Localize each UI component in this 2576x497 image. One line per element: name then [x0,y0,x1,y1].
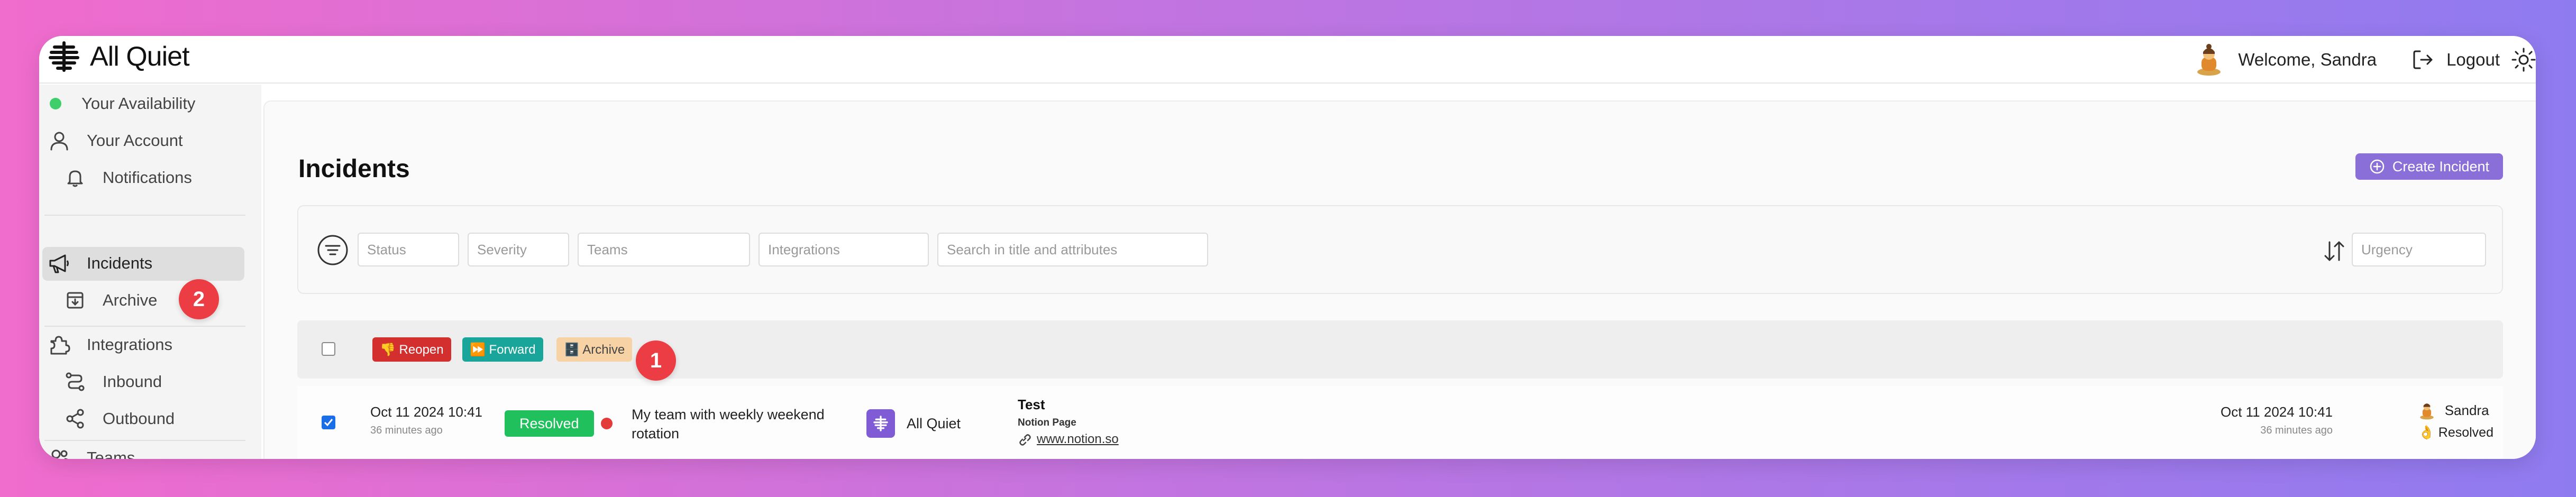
created-ago: 36 minutes ago [370,425,443,436]
integration-cell: All Quiet [866,409,961,438]
user-icon [48,129,71,152]
assignee[interactable]: Sandra [2417,401,2493,420]
app-name: All Quiet [90,41,190,72]
sidebar-item-notifications[interactable]: Notifications [63,166,192,189]
plus-circle-icon [2370,159,2385,174]
route-icon [63,370,87,393]
created-cell: Oct 11 2024 10:41 36 minutes ago [370,404,482,437]
sidebar-item-teams[interactable]: Teams [48,446,135,459]
forward-button[interactable]: ⏩ Forward [462,337,543,362]
logo-icon [49,41,79,72]
logout-label: Logout [2446,50,2500,69]
sidebar-item-integrations[interactable]: Integrations [48,333,172,356]
table-row[interactable]: Oct 11 2024 10:41 36 minutes ago Resolve… [297,386,2503,459]
sidebar-divider [44,326,245,327]
sidebar-divider [44,440,245,441]
sidebar-item-label: Integrations [87,335,172,354]
integrations-filter[interactable]: Integrations [759,233,929,266]
bulk-action-bar: 👎 Reopen ⏩ Forward 🗄️ Archive 1 [297,320,2503,381]
sidebar-item-archive[interactable]: Archive [63,289,157,312]
updated-ago: 36 minutes ago [2260,425,2333,436]
sidebar-item-account[interactable]: Your Account [48,129,183,152]
sidebar: Your Availability Your Account Notificat… [39,85,261,459]
sort-icon[interactable] [2322,239,2346,263]
sidebar-item-incidents[interactable]: Incidents [48,252,152,275]
archive-button[interactable]: 🗄️ Archive [556,337,633,362]
filter-panel: Status Severity Teams Integrations Searc… [297,205,2503,294]
attribute-title: Test [1018,397,1045,412]
created-date: Oct 11 2024 10:41 [370,404,483,420]
puzzle-icon [48,333,71,356]
status-filter[interactable]: Status [358,233,459,266]
share-icon [63,407,87,430]
row-checkbox[interactable] [322,416,335,429]
incident-title[interactable]: My team with weekly weekend rotation [632,405,843,443]
sidebar-item-label: Inbound [103,372,162,391]
availability-status-dot [50,98,61,109]
sidebar-item-label: Teams [87,448,135,459]
logout-icon [2413,50,2433,69]
attribute-key: Notion Page [1018,417,1076,428]
main-content: Incidents Create Incident Status Severit… [263,100,2536,459]
attribute-link-text: www.notion.so [1037,432,1119,446]
assignee-status: 👌 Resolved [2418,425,2493,440]
sidebar-item-label: Incidents [87,254,153,272]
assignee-avatar [2419,403,2434,420]
teams-filter[interactable]: Teams [578,233,750,266]
megaphone-icon [48,252,71,275]
step-badge-2: 2 [179,279,219,319]
sidebar-item-label: Your Availability [81,94,196,113]
users-icon [48,446,71,459]
sidebar-item-label: Outbound [103,409,175,428]
status-badge: Resolved [505,410,594,437]
sidebar-item-label: Archive [103,291,158,309]
updated-cell: Oct 11 2024 10:41 36 minutes ago [2221,404,2333,437]
sidebar-divider [44,215,245,216]
severity-dot [601,418,613,429]
severity-filter[interactable]: Severity [468,233,569,266]
search-input[interactable]: Search in title and attributes [937,233,1208,266]
sidebar-item-inbound[interactable]: Inbound [63,370,162,393]
theme-toggle-sun-icon[interactable] [2511,48,2536,72]
reopen-button[interactable]: 👎 Reopen [372,337,451,362]
page-title: Incidents [298,155,410,183]
archive-box-icon [63,289,87,312]
urgency-filter[interactable]: Urgency [2352,233,2486,266]
app-logo[interactable]: All Quiet [48,40,190,73]
sidebar-item-availability[interactable]: Your Availability [49,92,195,115]
assignee-cell: Sandra 👌 Resolved [2417,401,2493,440]
integration-name: All Quiet [907,415,961,431]
avatar[interactable] [2193,43,2225,76]
bell-icon [63,166,87,189]
attribute-link[interactable]: www.notion.so [1018,432,1119,447]
integration-logo-icon [866,409,895,438]
select-all-checkbox[interactable] [322,342,335,356]
create-incident-label: Create Incident [2392,158,2489,174]
filter-icon[interactable] [316,234,349,266]
sidebar-item-label: Notifications [103,168,192,187]
attributes-cell: Test Notion Page www.notion.so [1018,397,1119,447]
checkmark-icon [324,419,333,427]
assignee-name: Sandra [2444,402,2489,418]
top-bar: All Quiet Welcome, Sandra Logout [39,36,2536,84]
create-incident-button[interactable]: Create Incident [2355,153,2503,180]
sidebar-item-label: Your Account [87,131,183,150]
updated-date: Oct 11 2024 10:41 [2220,404,2333,420]
logout-button[interactable]: Logout [2411,48,2500,71]
welcome-text: Welcome, Sandra [2238,50,2377,69]
app-window: All Quiet Welcome, Sandra Logout Your Av… [39,36,2536,459]
sidebar-item-outbound[interactable]: Outbound [63,407,175,430]
link-icon [1019,434,1031,446]
step-badge-1: 1 [636,340,676,381]
